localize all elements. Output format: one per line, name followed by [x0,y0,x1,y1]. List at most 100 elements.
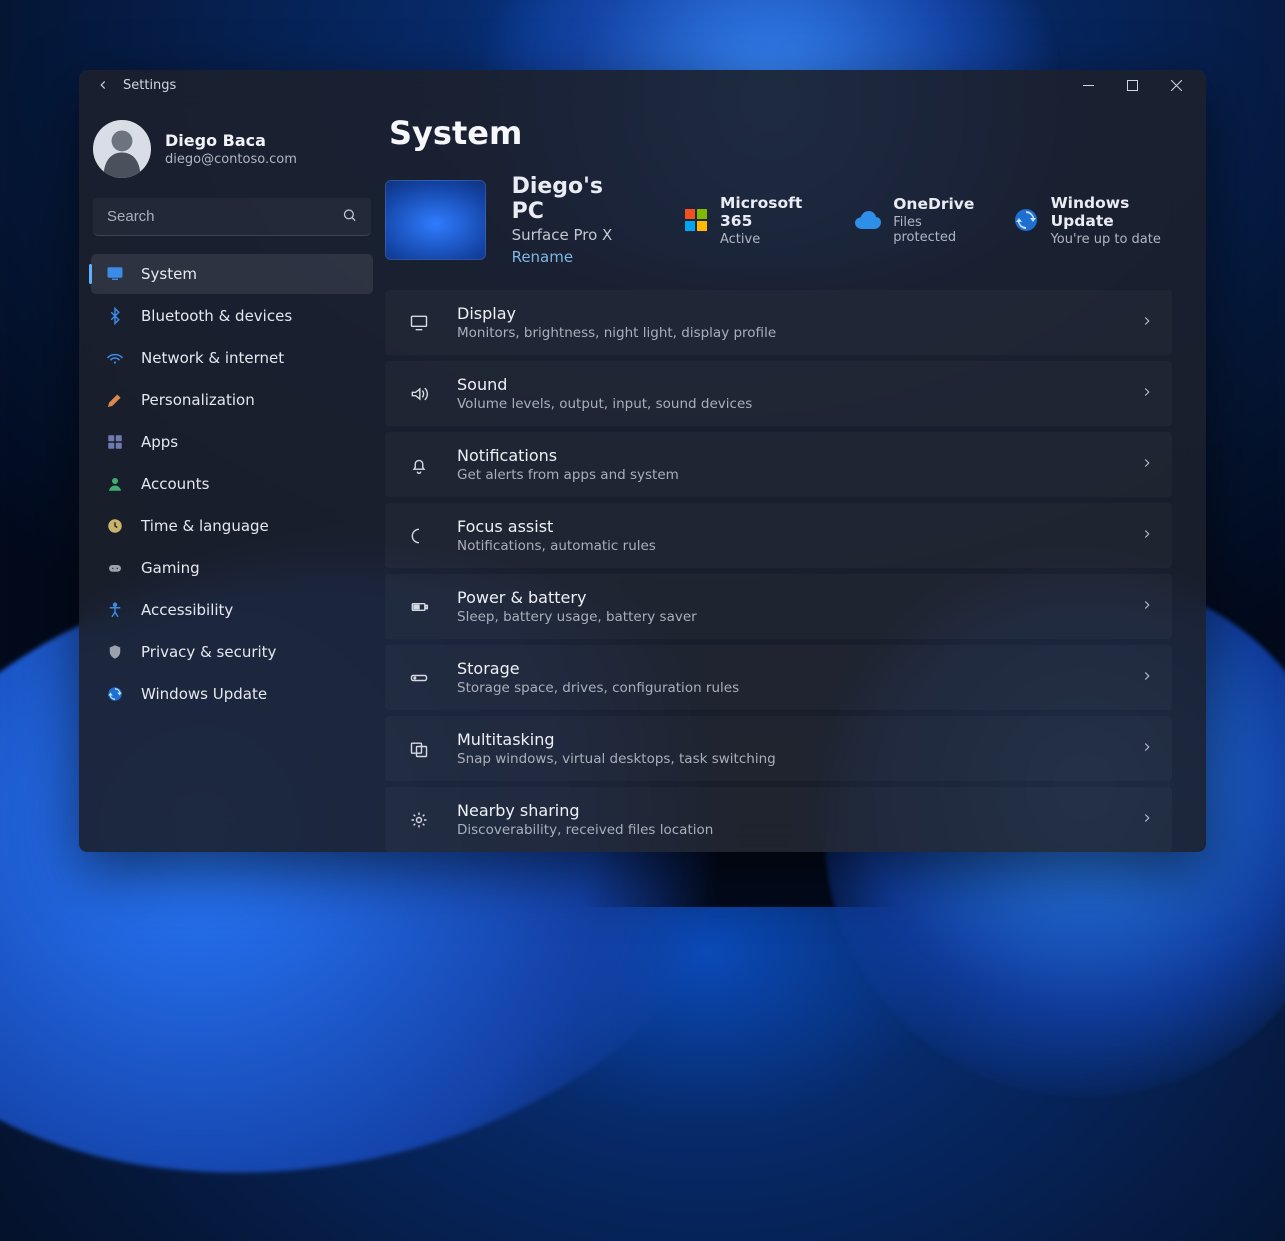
personalize-icon [105,390,125,410]
sidebar-item-privacy[interactable]: Privacy & security [91,632,373,672]
network-icon [105,348,125,368]
sidebar-item-accounts[interactable]: Accounts [91,464,373,504]
sidebar-item-label: Bluetooth & devices [141,307,292,325]
settings-row-focus[interactable]: Focus assist Notifications, automatic rul… [385,503,1172,568]
microsoft-365-status[interactable]: Microsoft 365 Active [683,194,818,247]
user-account-button[interactable]: Diego Baca diego@contoso.com [87,114,377,188]
user-email: diego@contoso.com [165,152,297,167]
onedrive-cloud-icon [855,205,882,235]
row-title: Display [457,304,1140,323]
sidebar-item-personalize[interactable]: Personalization [91,380,373,420]
windows-update-status[interactable]: Windows Update You're up to date [1014,194,1172,247]
status-title: Windows Update [1051,194,1172,230]
row-description: Volume levels, output, input, sound devi… [457,396,1140,412]
accounts-icon [105,474,125,494]
chevron-right-icon [1140,810,1154,829]
back-arrow-icon [96,78,110,92]
status-subtitle: Active [720,232,819,247]
sidebar-item-bluetooth[interactable]: Bluetooth & devices [91,296,373,336]
sound-icon [407,382,431,406]
close-icon [1171,80,1182,91]
nearby-icon [407,808,431,832]
pc-model: Surface Pro X [512,226,622,244]
sidebar-item-label: Privacy & security [141,643,276,661]
nav-list: System Bluetooth & devices Network & inter… [87,254,377,714]
update-icon [105,684,125,704]
pc-wallpaper-thumbnail [385,180,486,260]
row-description: Sleep, battery usage, battery saver [457,609,1140,625]
bluetooth-icon [105,306,125,326]
chevron-right-icon [1140,313,1154,332]
window-title: Settings [123,78,176,93]
search-icon [342,208,357,227]
row-description: Get alerts from apps and system [457,467,1140,483]
row-title: Nearby sharing [457,801,1140,820]
row-title: Sound [457,375,1140,394]
sidebar-item-label: Time & language [141,517,269,535]
time-icon [105,516,125,536]
settings-window: Settings Diego Baca [79,70,1206,852]
sidebar-item-label: Apps [141,433,178,451]
row-title: Notifications [457,446,1140,465]
titlebar: Settings [79,70,1206,100]
settings-row-display[interactable]: DisplayMonitors, brightness, night light… [385,290,1172,355]
update-sync-icon [1014,205,1039,235]
sidebar-item-label: Personalization [141,391,255,409]
system-icon [105,264,125,284]
chevron-right-icon [1140,668,1154,687]
close-button[interactable] [1154,70,1198,100]
accessibility-icon [105,600,125,620]
settings-list: DisplayMonitors, brightness, night light… [385,290,1172,852]
apps-icon [105,432,125,452]
row-description: Notifications, automatic rules [457,538,1140,554]
sidebar-item-update[interactable]: Windows Update [91,674,373,714]
sidebar-item-time[interactable]: Time & language [91,506,373,546]
settings-row-multitask[interactable]: Multitasking Snap windows, virtual deskto… [385,716,1172,781]
settings-row-power[interactable]: Power & batterySleep, battery usage, bat… [385,574,1172,639]
user-name: Diego Baca [165,131,297,150]
sidebar-item-label: Accounts [141,475,209,493]
back-button[interactable] [93,78,113,92]
sidebar-item-label: Network & internet [141,349,284,367]
sidebar-item-system[interactable]: System [91,254,373,294]
display-icon [407,311,431,335]
status-subtitle: You're up to date [1051,232,1172,247]
storage-icon [407,666,431,690]
maximize-button[interactable] [1110,70,1154,100]
search-field [93,198,371,236]
privacy-icon [105,642,125,662]
sidebar-item-apps[interactable]: Apps [91,422,373,462]
row-description: Discoverability, received files location [457,822,1140,838]
pc-name: Diego's PC [512,174,622,224]
sidebar-item-label: System [141,265,197,283]
settings-row-storage[interactable]: StorageStorage space, drives, configurat… [385,645,1172,710]
minimize-button[interactable] [1066,70,1110,100]
sidebar-item-label: Accessibility [141,601,233,619]
row-title: Storage [457,659,1140,678]
row-title: Focus assist [457,517,1140,536]
row-description: Snap windows, virtual desktops, task swi… [457,751,1140,767]
onedrive-status[interactable]: OneDrive Files protected [855,195,978,245]
sidebar-item-network[interactable]: Network & internet [91,338,373,378]
system-header-row: Diego's PC Surface Pro X Rename Microsof… [385,174,1172,266]
sidebar-item-accessibility[interactable]: Accessibility [91,590,373,630]
sidebar-item-label: Gaming [141,559,200,577]
settings-row-nearby[interactable]: Nearby sharing Discoverability, received … [385,787,1172,852]
chevron-right-icon [1140,739,1154,758]
settings-row-sound[interactable]: Sound Volume levels, output, input, sound… [385,361,1172,426]
avatar-icon [93,120,151,178]
maximize-icon [1127,80,1138,91]
row-title: Multitasking [457,730,1140,749]
multitask-icon [407,737,431,761]
status-subtitle: Files protected [893,215,978,245]
chevron-right-icon [1140,455,1154,474]
chevron-right-icon [1140,384,1154,403]
page-title: System [389,114,1172,152]
avatar [93,120,151,178]
sidebar: Diego Baca diego@contoso.com System Bluet… [79,100,385,852]
settings-row-notifications[interactable]: Notifications Get alerts from apps and sy… [385,432,1172,497]
search-input[interactable] [93,198,371,236]
sidebar-item-gaming[interactable]: Gaming [91,548,373,588]
status-title: OneDrive [893,195,978,213]
rename-link[interactable]: Rename [512,248,622,266]
